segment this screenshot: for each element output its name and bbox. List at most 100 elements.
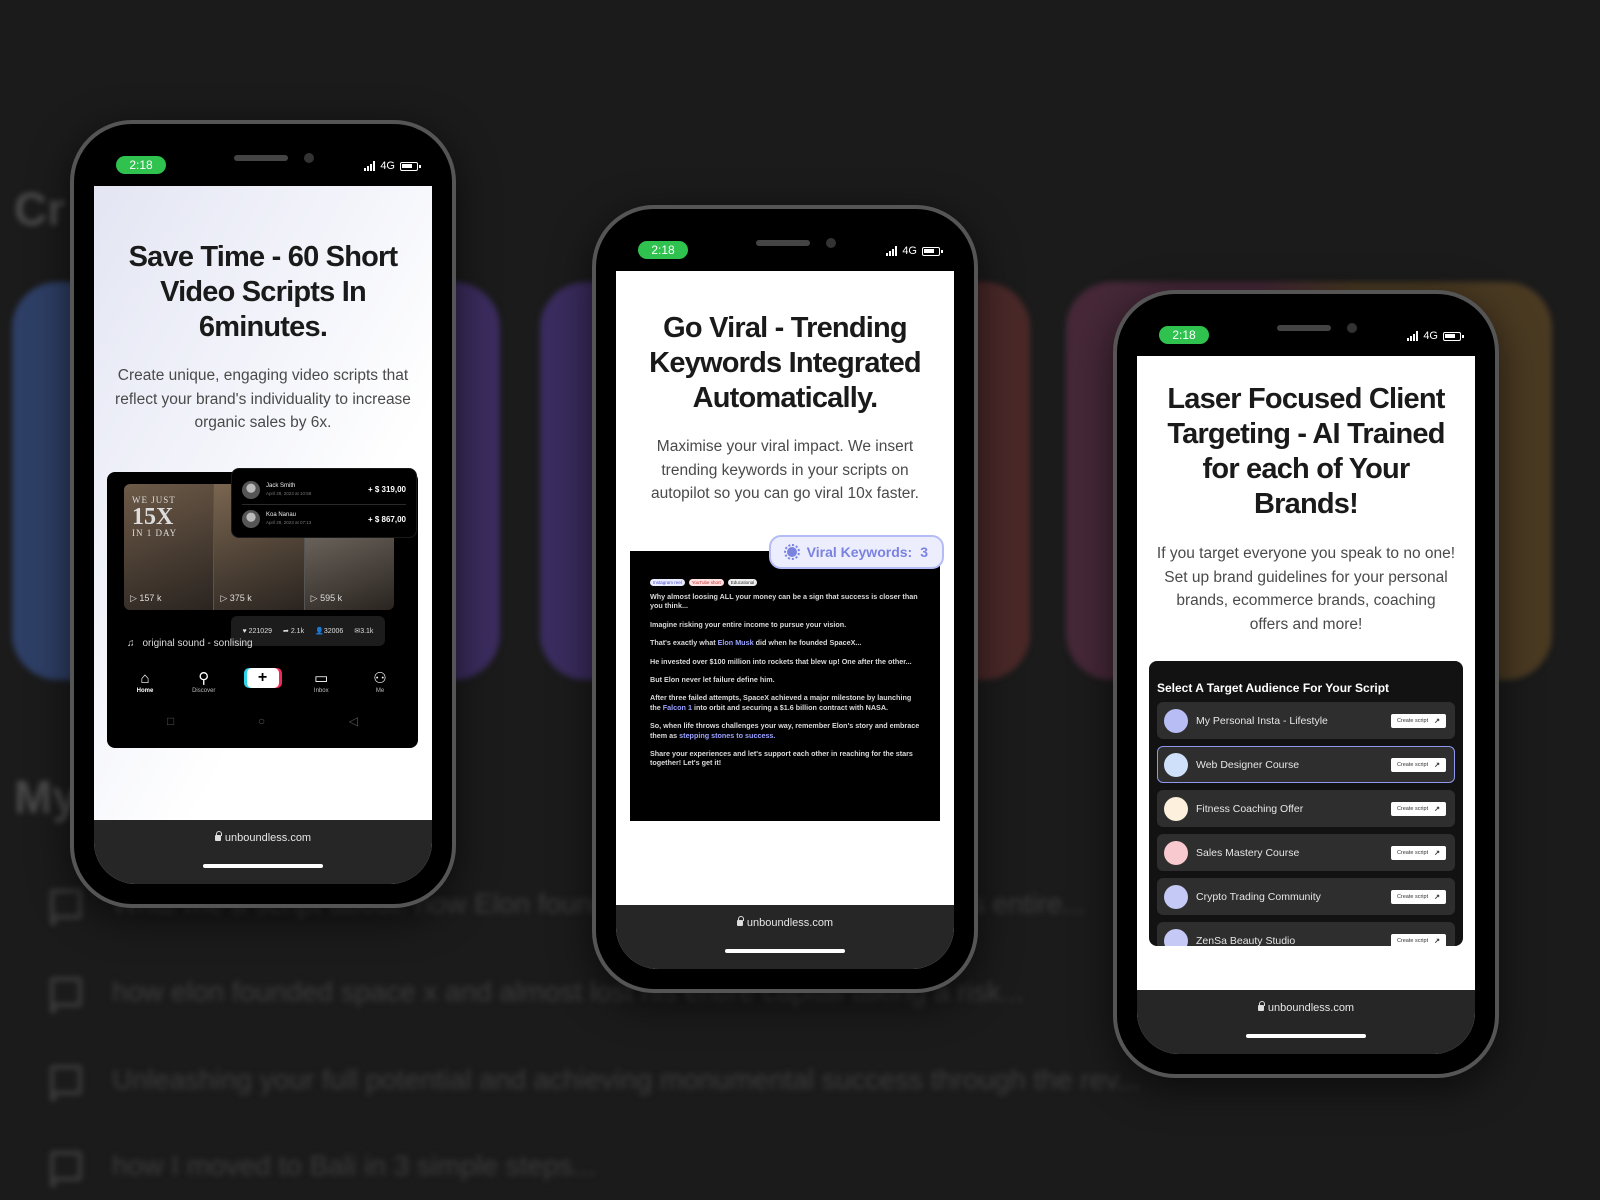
badge-gear-icon	[783, 544, 800, 560]
recents-icon[interactable]: □	[167, 714, 174, 728]
tab-inbox[interactable]: ▭ Inbox	[299, 668, 343, 694]
chat-bubble-icon	[50, 1065, 82, 1101]
tab-create[interactable]: +	[241, 668, 285, 694]
tiktok-mockup: WE JUST 15X IN 1 DAY ▷ 157 k ▷ 375 k ▷ 5…	[107, 468, 418, 748]
status-time: 2:18	[116, 156, 166, 174]
browser-url-bar[interactable]: unboundless.com	[616, 905, 954, 969]
bg-heading-my-scripts: My	[14, 771, 78, 823]
audience-name: ZenSa Beauty Studio	[1196, 934, 1296, 947]
create-script-button[interactable]: Create script ↗	[1390, 845, 1446, 860]
arrow-up-right-icon: ↗	[1434, 761, 1440, 769]
history-item[interactable]: Unleashing your full potential and achie…	[50, 1064, 1141, 1101]
audience-avatar	[1164, 884, 1188, 909]
phone-screen: Go Viral - Trending Keywords Integrated …	[616, 271, 954, 969]
avatar	[242, 480, 260, 499]
heart-icon: ♥	[242, 627, 247, 635]
phone-screen: Save Time - 60 Short Video Scripts In 6m…	[94, 186, 432, 884]
arrow-up-right-icon: ↗	[1434, 717, 1440, 725]
signal-icon	[1407, 331, 1419, 341]
audience-name: My Personal Insta - Lifestyle	[1196, 714, 1328, 727]
arrow-up-right-icon: ↗	[1434, 937, 1440, 945]
sale-date: April 28, 2023 at 07:13	[266, 520, 312, 525]
badge-count: 3	[920, 544, 928, 560]
sale-row: Jack Smith April 28, 2023 at 10:58 + $ 31…	[242, 475, 406, 504]
sale-name: Koa Nanau	[266, 512, 297, 518]
create-script-button[interactable]: Create script ↗	[1390, 933, 1446, 946]
home-circle-icon[interactable]: ○	[258, 714, 265, 728]
search-icon: ⚲	[198, 670, 210, 687]
audience-row[interactable]: Fitness Coaching Offer Create script ↗	[1157, 790, 1455, 827]
audience-row[interactable]: ZenSa Beauty Studio Create script ↗	[1157, 922, 1455, 946]
view-count: ▷ 595 k	[310, 593, 343, 603]
headline: Save Time - 60 Short Video Scripts In 6m…	[128, 241, 399, 343]
audience-avatar	[1164, 796, 1188, 821]
history-item-text: how I moved to Bali in 3 simple steps...	[112, 1150, 596, 1181]
plus-icon: +	[246, 668, 279, 688]
sale-date: April 28, 2023 at 10:58	[266, 490, 312, 496]
phone-mockup-3: 2:18 4G Laser Focused Client Targeting -…	[1113, 290, 1499, 1078]
messages-stat: ✉3.1k	[354, 628, 374, 635]
back-triangle-icon[interactable]: ◁	[349, 714, 358, 728]
tiktok-tab-bar: ⌂ Home ⚲ Discover + ▭ Inbox ⚇ Me	[123, 668, 402, 694]
audience-row[interactable]: Sales Mastery Course Create script ↗	[1157, 834, 1455, 871]
home-indicator[interactable]	[1246, 1034, 1366, 1038]
create-script-button[interactable]: Create script ↗	[1390, 889, 1446, 904]
script-paragraph: That's exactly what Elon Musk did when h…	[650, 638, 862, 648]
history-item[interactable]: how I moved to Bali in 3 simple steps...	[50, 1150, 596, 1187]
chat-bubble-icon	[50, 1151, 82, 1187]
sale-amount: + $ 867,00	[367, 514, 406, 524]
home-indicator[interactable]	[203, 864, 323, 868]
tab-home[interactable]: ⌂ Home	[123, 668, 167, 695]
chip-educational: Educational	[727, 579, 758, 586]
keyword-highlight: Elon Musk	[717, 638, 754, 648]
history-item-text: Unleashing your full potential and achie…	[112, 1064, 1141, 1095]
script-paragraph: But Elon never let failure define him.	[650, 675, 775, 685]
create-script-button[interactable]: Create script ↗	[1390, 801, 1446, 816]
audience-row[interactable]: My Personal Insta - Lifestyle Create scri…	[1157, 702, 1455, 739]
badge-label: Viral Keywords:	[806, 544, 913, 560]
keyword-highlight: Falcon 1	[662, 702, 692, 712]
audience-title: Select A Target Audience For Your Script	[1157, 681, 1390, 695]
tab-me[interactable]: ⚇ Me	[358, 668, 402, 694]
script-paragraph: He invested over $100 million into rocke…	[650, 656, 912, 666]
phone-mockup-2: 2:18 4G Go Viral - Trending Keywords Int…	[592, 205, 978, 993]
arrow-up-right-icon: ↗	[1434, 849, 1440, 857]
sales-notification-card: Jack Smith April 28, 2023 at 10:58 + $ 31…	[231, 468, 417, 538]
sound-label[interactable]: ♫ original sound - sonlising	[127, 638, 253, 649]
battery-icon	[400, 161, 421, 171]
audience-avatar	[1164, 708, 1188, 733]
home-indicator[interactable]	[725, 949, 845, 953]
headline: Go Viral - Trending Keywords Integrated …	[649, 312, 921, 414]
view-count: ▷ 375 k	[220, 593, 252, 603]
audience-name: Fitness Coaching Offer	[1196, 802, 1304, 815]
android-nav-bar: □ ○ ◁	[167, 714, 358, 728]
create-script-button[interactable]: Create script ↗	[1390, 713, 1446, 728]
speaker	[756, 240, 810, 246]
script-paragraph: Why almost loosing ALL your money can be…	[650, 592, 918, 611]
status-bar: 2:18 4G	[596, 227, 974, 271]
chat-bubble-icon	[50, 977, 82, 1013]
audience-row[interactable]: Crypto Trading Community Create script ↗	[1157, 878, 1455, 915]
browser-url-bar[interactable]: unboundless.com	[1137, 990, 1475, 1054]
speaker	[234, 155, 288, 161]
audience-row[interactable]: Web Designer Course Create script ↗	[1157, 746, 1455, 783]
status-time: 2:18	[638, 241, 688, 259]
script-paragraph: Share your experiences and let's support…	[650, 749, 913, 768]
likes-stat: ♥ 221029	[242, 627, 272, 635]
browser-url-bar[interactable]: unboundless.com	[94, 820, 432, 884]
phone-mockup-1: 2:18 4G Save Time - 60 Short Video Scrip…	[70, 120, 456, 908]
followers-stat: 👤32006	[315, 628, 344, 635]
video-thumbnail[interactable]: WE JUST 15X IN 1 DAY ▷ 157 k	[124, 484, 215, 610]
script-paragraph: So, when life throws challenges your way…	[650, 721, 920, 740]
signal-icon	[364, 161, 376, 171]
status-time: 2:18	[1159, 326, 1209, 344]
tab-discover[interactable]: ⚲ Discover	[182, 668, 226, 694]
create-script-button[interactable]: Create script ↗	[1390, 757, 1446, 772]
script-paragraph: After three failed attempts, SpaceX achi…	[650, 693, 912, 712]
viral-keywords-badge: Viral Keywords: 3	[768, 535, 944, 569]
audience-avatar	[1164, 840, 1188, 865]
lock-icon	[1257, 1001, 1265, 1011]
battery-icon	[1443, 331, 1464, 341]
lock-icon	[214, 831, 222, 841]
home-icon: ⌂	[140, 669, 150, 687]
